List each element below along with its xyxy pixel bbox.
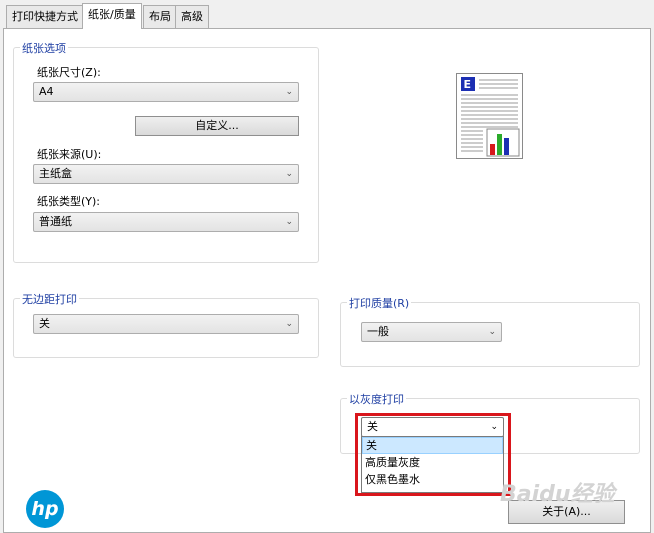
- grayscale-printing-value: 关: [367, 420, 378, 433]
- custom-size-button[interactable]: 自定义...: [135, 116, 299, 136]
- chevron-down-icon: ⌄: [285, 319, 293, 329]
- paper-options-title: 纸张选项: [20, 40, 68, 56]
- hp-logo: hp: [26, 490, 64, 528]
- grayscale-printing-title: 以灰度打印: [347, 391, 406, 407]
- dropdown-option-black-ink-only[interactable]: 仅黑色墨水: [362, 471, 503, 488]
- chevron-down-icon: ⌄: [285, 169, 293, 179]
- grayscale-printing-select[interactable]: 关 ⌄: [361, 417, 504, 437]
- paper-source-value: 主纸盒: [39, 167, 72, 180]
- paper-source-label: 纸张来源(U):: [37, 148, 102, 161]
- tab-print-shortcuts[interactable]: 打印快捷方式: [6, 5, 84, 28]
- document-preview-icon: E: [461, 77, 520, 157]
- preview-letter: E: [464, 78, 472, 91]
- chevron-down-icon: ⌄: [488, 327, 496, 337]
- print-quality-title: 打印质量(R): [347, 295, 412, 311]
- paper-size-value: A4: [39, 85, 54, 98]
- dropdown-option-off[interactable]: 关: [362, 437, 503, 454]
- paper-type-select[interactable]: 普通纸 ⌄: [33, 212, 299, 232]
- chevron-down-icon: ⌄: [285, 87, 293, 97]
- borderless-printing-select[interactable]: 关 ⌄: [33, 314, 299, 334]
- grayscale-options-dropdown: 关 高质量灰度 仅黑色墨水: [361, 436, 504, 493]
- print-quality-select[interactable]: 一般 ⌄: [361, 322, 502, 342]
- paper-size-label: 纸张尺寸(Z):: [37, 66, 101, 79]
- borderless-printing-title: 无边距打印: [20, 291, 79, 307]
- borderless-printing-value: 关: [39, 317, 50, 330]
- chevron-down-icon: ⌄: [285, 217, 293, 227]
- page-preview-image: E: [456, 73, 523, 159]
- chevron-down-icon: ⌄: [490, 422, 498, 432]
- tab-advanced[interactable]: 高级: [175, 5, 209, 28]
- tab-paper-quality[interactable]: 纸张/质量: [82, 3, 142, 29]
- print-quality-value: 一般: [367, 325, 389, 338]
- paper-size-select[interactable]: A4 ⌄: [33, 82, 299, 102]
- dropdown-option-high-quality-grayscale[interactable]: 高质量灰度: [362, 454, 503, 471]
- paper-type-value: 普通纸: [39, 215, 72, 228]
- paper-source-select[interactable]: 主纸盒 ⌄: [33, 164, 299, 184]
- tab-layout[interactable]: 布局: [143, 5, 177, 28]
- paper-type-label: 纸张类型(Y):: [37, 195, 101, 208]
- about-button[interactable]: 关于(A)...: [508, 500, 625, 524]
